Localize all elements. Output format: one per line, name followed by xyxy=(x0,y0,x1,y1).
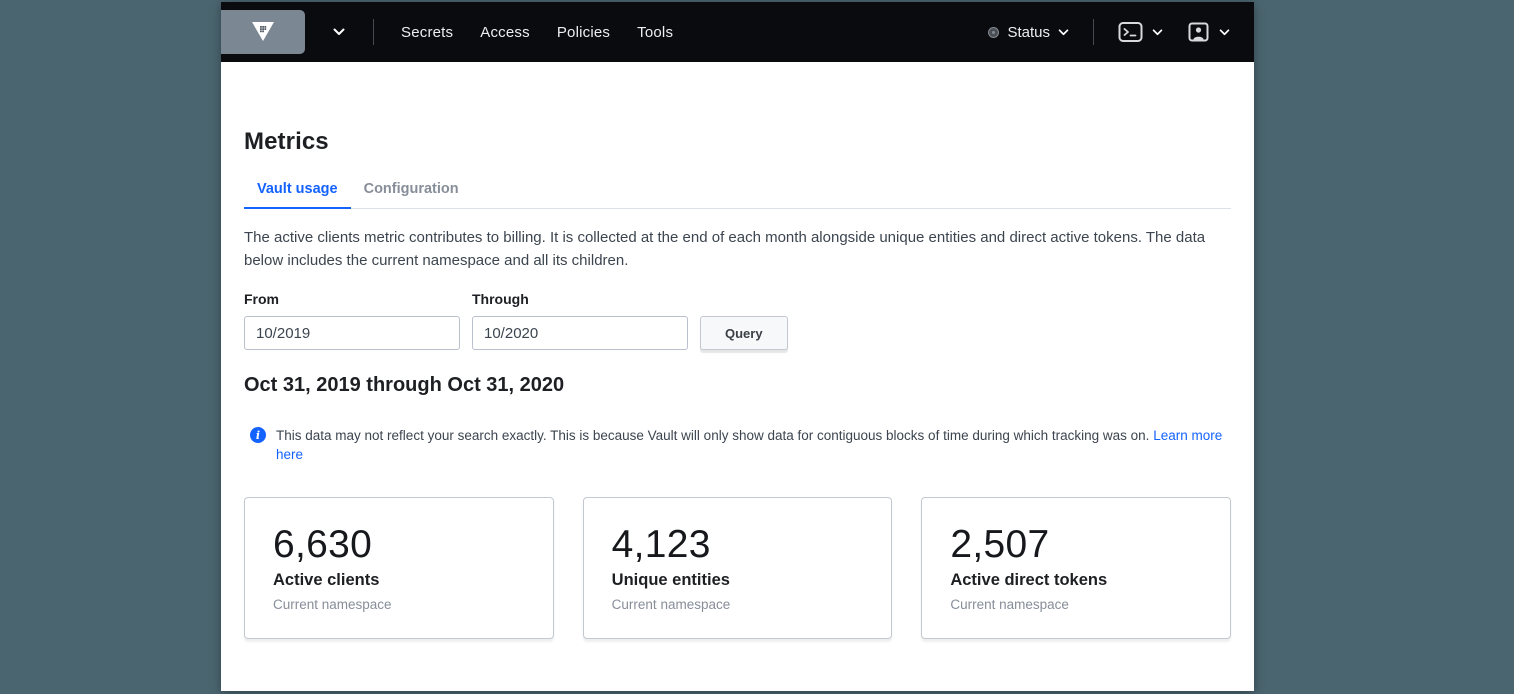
info-icon: i xyxy=(250,427,266,443)
metric-value: 2,507 xyxy=(950,523,1202,567)
metric-sublabel: Current namespace xyxy=(273,597,525,612)
vault-logo-button[interactable] xyxy=(221,10,305,54)
user-menu[interactable] xyxy=(1187,21,1230,43)
date-query-form: From Through Query xyxy=(244,291,1231,350)
from-field: From xyxy=(244,291,460,350)
description-text: The active clients metric contributes to… xyxy=(244,226,1231,272)
from-input[interactable] xyxy=(244,316,460,350)
vault-logo-icon xyxy=(249,20,277,44)
chevron-down-icon xyxy=(1058,29,1069,36)
tab-bar: Vault usage Configuration xyxy=(244,171,1231,209)
nav-links: Secrets Access Policies Tools xyxy=(401,18,700,47)
info-alert-message: This data may not reflect your search ex… xyxy=(276,428,1149,443)
vault-app-window: Secrets Access Policies Tools Status xyxy=(221,2,1254,691)
metric-card-active-clients: 6,630 Active clients Current namespace xyxy=(244,497,554,639)
through-input[interactable] xyxy=(472,316,688,350)
nav-item-policies[interactable]: Policies xyxy=(557,18,610,47)
nav-item-secrets[interactable]: Secrets xyxy=(401,18,453,47)
nav-item-tools[interactable]: Tools xyxy=(637,18,673,47)
through-field: Through xyxy=(472,291,688,350)
metric-value: 4,123 xyxy=(612,523,864,567)
metric-label: Active clients xyxy=(273,571,525,590)
query-button[interactable]: Query xyxy=(700,316,788,350)
namespace-dropdown[interactable] xyxy=(333,28,345,36)
status-menu[interactable]: Status xyxy=(989,24,1069,41)
metric-card-unique-entities: 4,123 Unique entities Current namespace xyxy=(583,497,893,639)
info-alert: i This data may not reflect your search … xyxy=(244,426,1231,464)
info-alert-text: This data may not reflect your search ex… xyxy=(276,426,1226,464)
navbar-divider xyxy=(1093,19,1094,45)
through-label: Through xyxy=(472,291,688,307)
status-dot-icon xyxy=(989,28,998,37)
chevron-down-icon xyxy=(333,28,345,36)
top-navbar: Secrets Access Policies Tools Status xyxy=(221,2,1254,62)
metric-card-active-direct-tokens: 2,507 Active direct tokens Current names… xyxy=(921,497,1231,639)
navbar-divider xyxy=(373,19,374,45)
chevron-down-icon xyxy=(1152,29,1163,36)
tab-vault-usage[interactable]: Vault usage xyxy=(244,171,351,209)
nav-item-access[interactable]: Access xyxy=(480,18,530,47)
metric-label: Unique entities xyxy=(612,571,864,590)
user-icon xyxy=(1187,21,1210,43)
console-menu[interactable] xyxy=(1118,21,1163,43)
metric-sublabel: Current namespace xyxy=(950,597,1202,612)
status-menu-label: Status xyxy=(1007,24,1050,41)
metric-cards: 6,630 Active clients Current namespace 4… xyxy=(244,497,1231,639)
metric-label: Active direct tokens xyxy=(950,571,1202,590)
terminal-icon xyxy=(1118,21,1143,43)
from-label: From xyxy=(244,291,460,307)
navbar-right-cluster: Status xyxy=(989,19,1254,45)
chevron-down-icon xyxy=(1219,29,1230,36)
metrics-page: Metrics Vault usage Configuration The ac… xyxy=(221,62,1254,691)
page-title: Metrics xyxy=(244,128,1231,156)
metric-value: 6,630 xyxy=(273,523,525,567)
date-range-heading: Oct 31, 2019 through Oct 31, 2020 xyxy=(244,374,1231,397)
tab-configuration[interactable]: Configuration xyxy=(351,171,472,209)
metric-sublabel: Current namespace xyxy=(612,597,864,612)
